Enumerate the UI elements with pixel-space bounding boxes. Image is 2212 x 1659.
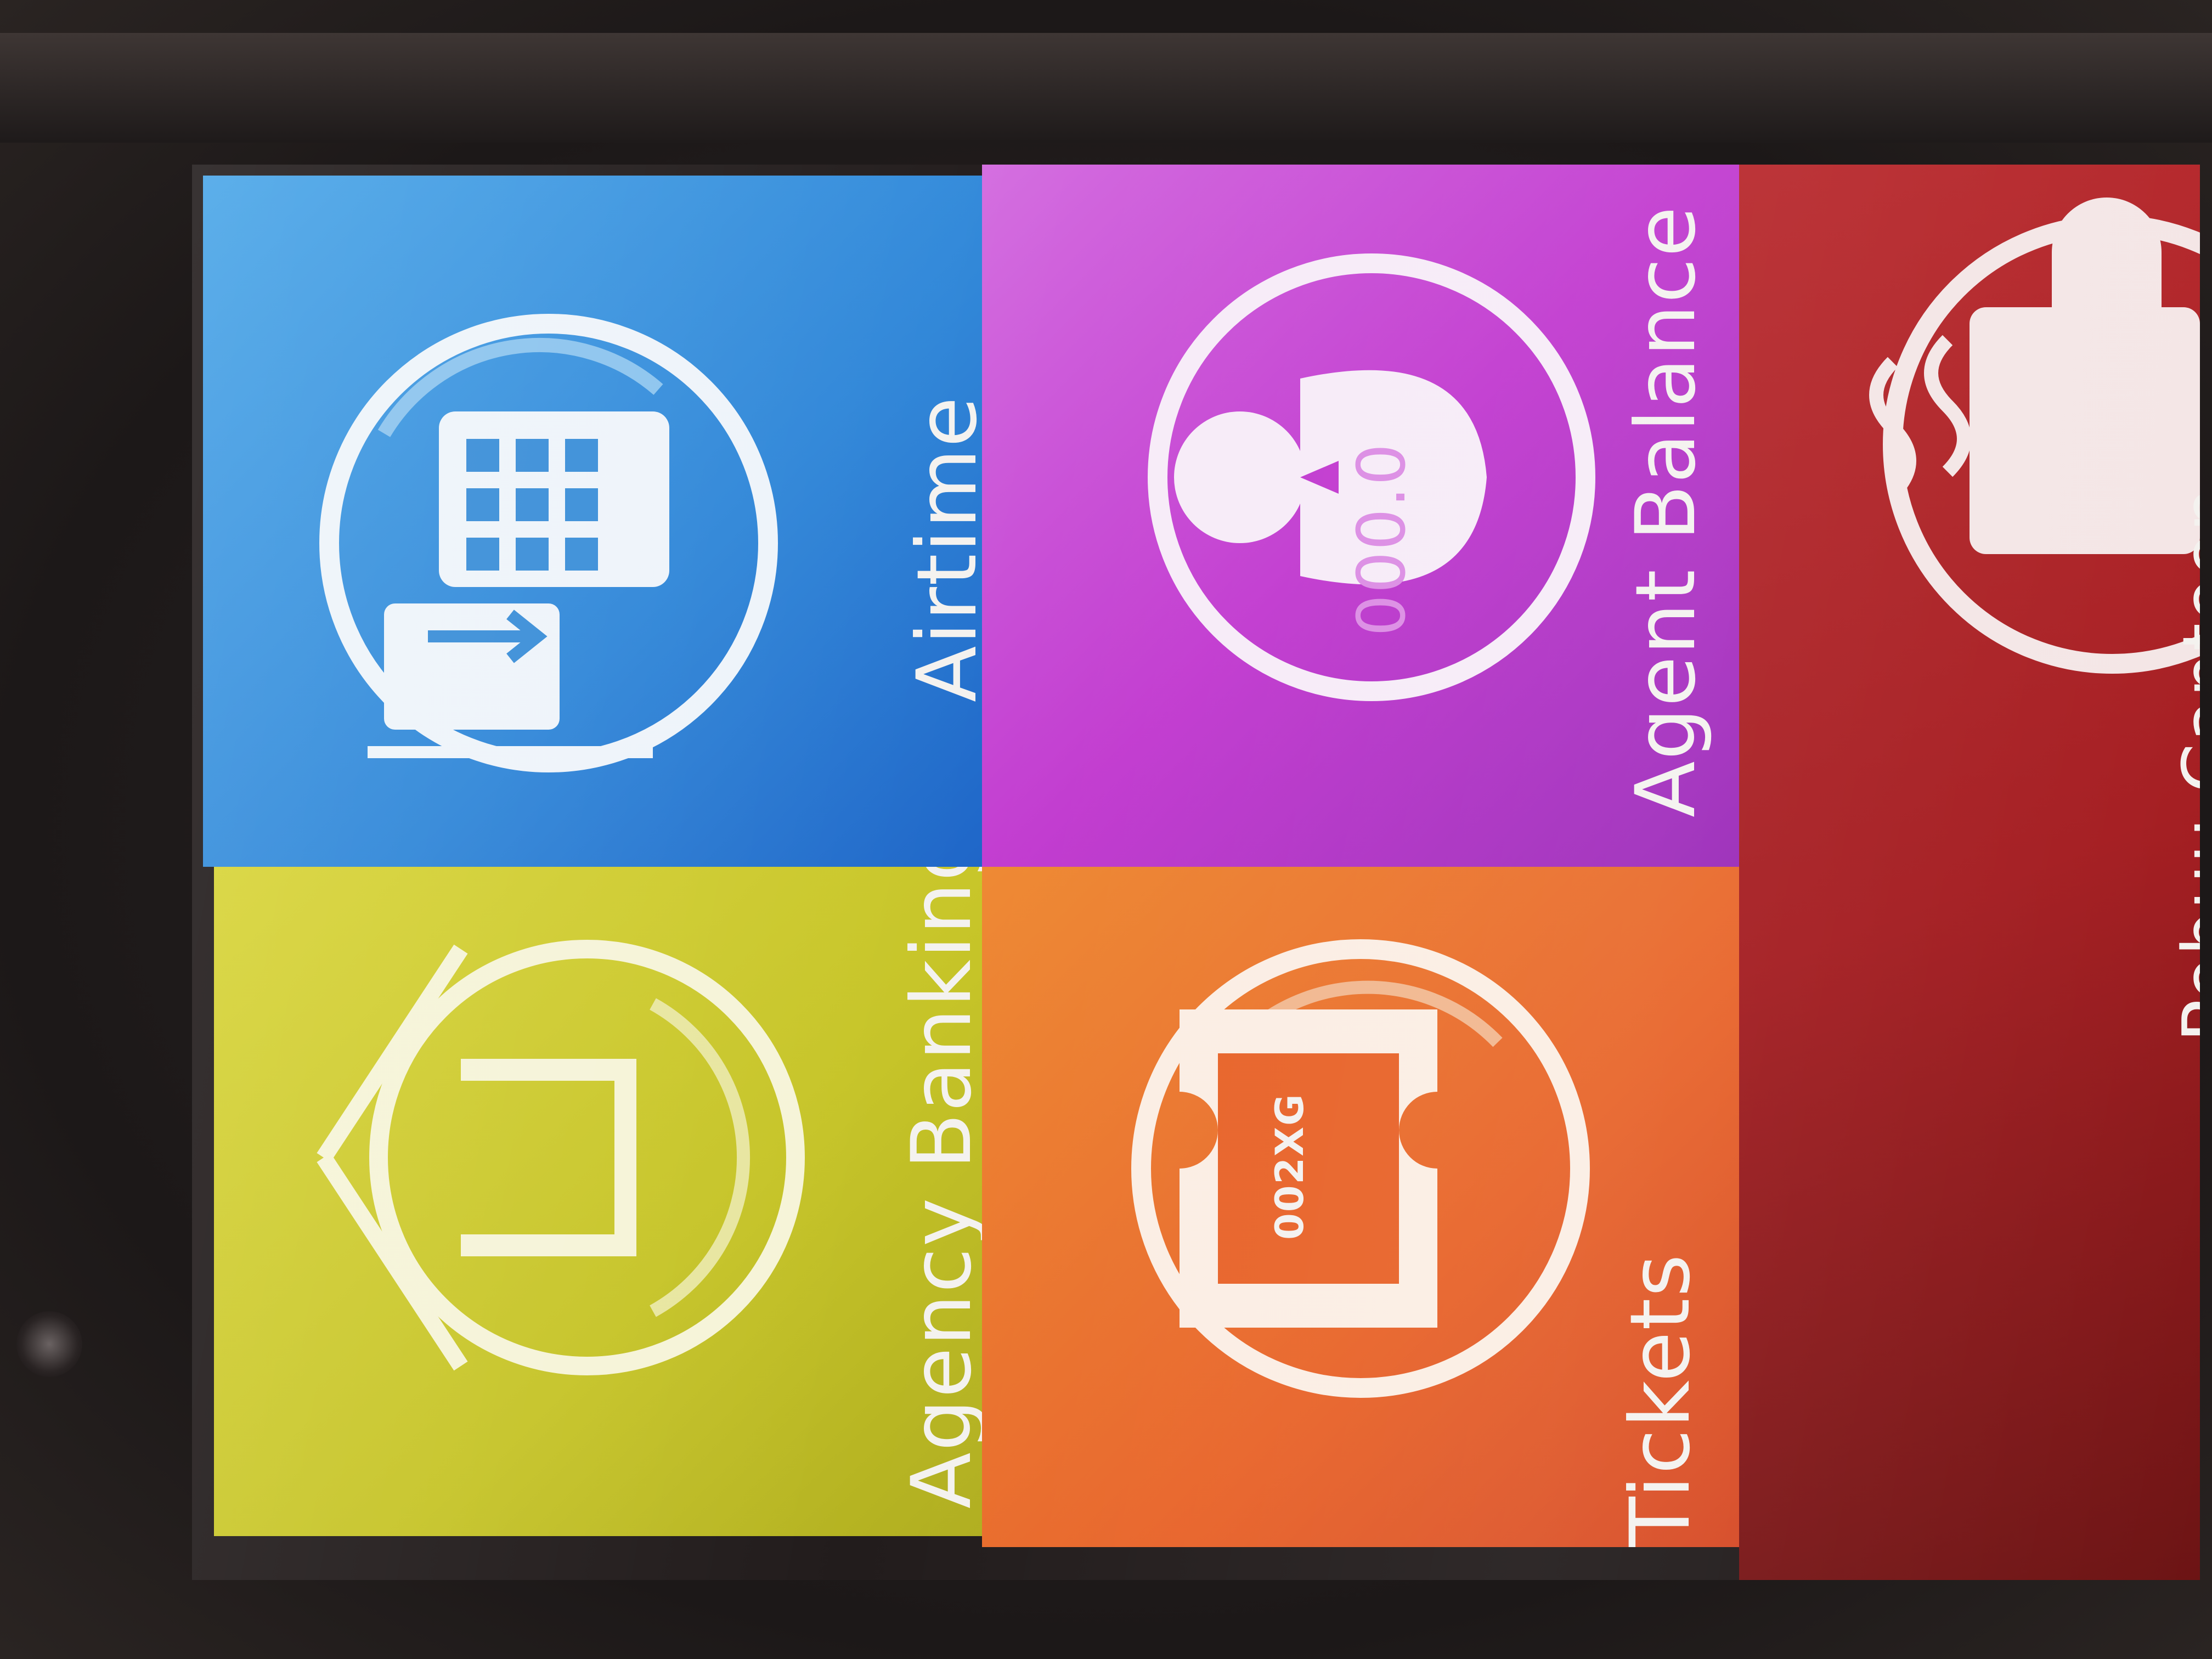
- tile-tickets-label: Tickets: [1613, 1253, 1708, 1547]
- coffee-cup-icon: [1869, 198, 2200, 674]
- phone-topup-icon: [319, 314, 778, 772]
- tile-tickets[interactable]: 002XG Tickets: [982, 867, 1739, 1547]
- ticket-icon: [1131, 939, 1590, 1398]
- tile-agent-balance-label: Agent Balance: [1618, 205, 1714, 817]
- tile-airtime[interactable]: Airtime: [203, 176, 982, 867]
- tile-agency-banking-label: Agency Banking: [894, 867, 982, 1509]
- tile-pebuu-canteen-label: Pebuu Canteen: [2167, 486, 2200, 1042]
- home-screen: Airtime Agency Banking 000.0 Agent Balan…: [192, 165, 2200, 1580]
- tile-airtime-label: Airtime: [900, 396, 982, 702]
- bank-upload-icon: [317, 940, 805, 1375]
- agent-balance-amount: 000.0: [1344, 442, 1420, 636]
- ticket-code: 002XG: [1267, 1093, 1312, 1240]
- tile-agent-balance[interactable]: 000.0 Agent Balance: [982, 165, 1739, 867]
- device-bezel: [0, 33, 2212, 143]
- device-frame: Airtime Agency Banking 000.0 Agent Balan…: [0, 0, 2212, 1659]
- tile-pebuu-canteen[interactable]: Pebuu Canteen: [1739, 165, 2200, 1580]
- tile-agency-banking[interactable]: Agency Banking: [214, 867, 982, 1536]
- front-camera: [16, 1311, 82, 1377]
